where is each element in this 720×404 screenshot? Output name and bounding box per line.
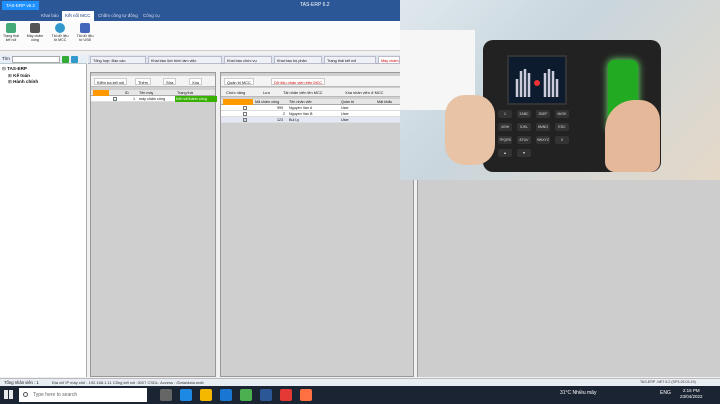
device-key: M/OK xyxy=(555,110,569,118)
device-key: 9WXYZ xyxy=(536,136,550,144)
menu-tab-cong-cu[interactable]: Công cụ xyxy=(140,11,163,21)
row-checkbox[interactable] xyxy=(243,112,247,116)
app-badge[interactable]: TAS-ERP v6.2 xyxy=(2,1,39,10)
device-key: 0 xyxy=(555,136,569,144)
row-checkbox[interactable] xyxy=(243,118,247,122)
language[interactable]: ENG xyxy=(660,390,671,396)
download-mcc-button[interactable]: Tải dữ liệu từ MCC xyxy=(51,23,69,42)
employee-toolbar: Chức năng Lưu Tải nhân viên lên MCC Xóa … xyxy=(221,88,413,97)
search-icon[interactable] xyxy=(62,56,69,63)
refresh-icon[interactable] xyxy=(71,56,78,63)
app-icon[interactable] xyxy=(220,389,232,401)
tab-may-cham-cong[interactable]: Máy chấm... xyxy=(378,56,400,64)
device-screen xyxy=(507,55,567,105)
device-key: ▲ xyxy=(498,149,512,157)
search-input[interactable] xyxy=(12,56,60,63)
left-search-bar: Tìm xyxy=(0,55,87,64)
add-button[interactable]: Thêm xyxy=(135,78,151,85)
document-tabs: Tổng hợp: Báo cáo Khai báo lịch trình là… xyxy=(88,55,400,64)
tree-item-hanh-chinh[interactable]: ⊞ Hành chính xyxy=(2,79,38,86)
device-key: 8TUV xyxy=(517,136,531,144)
attendance-machine-button[interactable]: Máy chấm công xyxy=(26,23,44,42)
menu-tab-ket-noi-mcc[interactable]: Kết nối MCC xyxy=(62,11,94,21)
device-key: 2ABC xyxy=(517,110,531,118)
weather[interactable]: 31°C Nhiều mây xyxy=(560,390,596,396)
edit-button[interactable]: Sửa xyxy=(163,78,177,85)
tab-bo-phan[interactable]: Khai báo bộ phận xyxy=(274,56,322,64)
left-panel xyxy=(0,55,87,377)
row-checkbox[interactable] xyxy=(243,106,247,110)
mcc-toolbar: Quản trị MCC Dữ liệu nhân viên trên MCC xyxy=(221,76,413,87)
row-checkbox[interactable] xyxy=(113,97,117,101)
device-key: 5JKL xyxy=(517,123,531,131)
mcc-employee-data-button[interactable]: Dữ liệu nhân viên trên MCC xyxy=(271,78,326,85)
tab-trang-thai[interactable]: Trạng thái kết nối xyxy=(324,56,376,64)
menu-tab-cham-cong[interactable]: Chấm công tự động xyxy=(95,11,141,21)
edge-icon[interactable] xyxy=(180,389,192,401)
device-key: ▼ xyxy=(517,149,531,157)
status-bar: Tổng nhân viên : 1 Địa chỉ IP máy chủ : … xyxy=(0,378,720,386)
app2-icon[interactable] xyxy=(280,389,292,401)
empty-panel xyxy=(417,180,720,377)
delete-button[interactable]: Xóa xyxy=(189,78,202,85)
tas-erp-taskbar-icon[interactable] xyxy=(260,389,272,401)
device-key: 3DEF xyxy=(536,110,550,118)
delete-employees-button[interactable]: Xóa nhân viên ở MCC xyxy=(343,89,385,96)
tree-view: ⊟ TAS-ERP ⊞ Kế toán ⊞ Hành chính xyxy=(2,66,38,86)
device-key: 6MNO xyxy=(536,123,550,131)
download-usb-button[interactable]: Tải dữ liệu từ USB xyxy=(76,23,94,42)
server-info: Địa chỉ IP máy chủ : 192.168.1.11 Cổng k… xyxy=(52,380,204,385)
tab-chuc-vu[interactable]: Khai báo chức vụ xyxy=(224,56,272,64)
table-row[interactable]: 123 Bui Ly User xyxy=(221,117,413,123)
app3-icon[interactable] xyxy=(300,389,312,401)
machine-grid: ID Tên máy Trạng thái 1 máy chấm công Kế… xyxy=(91,90,217,102)
save-button[interactable]: Lưu xyxy=(261,89,272,96)
employee-grid: Mã chấm công Tên nhân viên Quản trị Mật … xyxy=(221,99,413,123)
version-info: TAS-ERP .NET 6.2 (SP3-25.03.19) xyxy=(640,380,696,384)
connection-status-button[interactable]: Trạng thái kết nối xyxy=(2,23,20,42)
finger-photo xyxy=(605,100,660,172)
search-label: Tìm xyxy=(2,56,10,61)
usb-icon xyxy=(80,23,90,33)
mcc-admin-button[interactable]: Quản trị MCC xyxy=(224,78,254,85)
machine-toolbar: Kiểm tra kết nối Thêm Sửa Xóa xyxy=(91,76,215,87)
clock[interactable]: 2:15 PM 23/04/2022 xyxy=(680,388,703,400)
tab-tong-hop[interactable]: Tổng hợp: Báo cáo xyxy=(90,56,146,64)
check-connection-button[interactable]: Kiểm tra kết nối xyxy=(94,78,128,85)
cloud-icon xyxy=(55,23,65,33)
upload-employees-button[interactable]: Tải nhân viên lên MCC xyxy=(281,89,325,96)
device-key: 7PQRS xyxy=(498,136,512,144)
device-key: ESC xyxy=(555,123,569,131)
device-key: 1 xyxy=(498,110,512,118)
machine-list-panel: Kiểm tra kết nối Thêm Sửa Xóa ID Tên máy… xyxy=(90,72,217,377)
app-title: TAS-ERP 6.2 xyxy=(300,2,330,8)
functions-menu[interactable]: Chức năng xyxy=(224,89,247,96)
status-badge: Kết nối thành công xyxy=(175,96,217,102)
menu-tab-khai-bao[interactable]: Khai báo xyxy=(38,11,62,21)
chrome-icon[interactable] xyxy=(240,389,252,401)
device-keypad: 1 2ABC 3DEF M/OK 4GHI 5JKL 6MNO ESC 7PQRS 8TUV 9WX… xyxy=(498,110,578,165)
device-key: 4GHI xyxy=(498,123,512,131)
table-row[interactable]: 1 máy chấm công Kết nối thành công xyxy=(91,96,217,102)
hand-photo xyxy=(445,95,495,165)
taskbar-search-input[interactable]: Type here to search xyxy=(19,388,147,402)
windows-start-icon[interactable] xyxy=(4,390,13,399)
status-icon xyxy=(6,23,16,33)
machine-icon xyxy=(30,23,40,33)
employee-panel: Quản trị MCC Dữ liệu nhân viên trên MCC … xyxy=(220,72,414,377)
explorer-icon[interactable] xyxy=(200,389,212,401)
task-view-icon[interactable] xyxy=(160,389,172,401)
employee-count: Tổng nhân viên : 1 xyxy=(4,380,39,385)
tab-lich-trinh[interactable]: Khai báo lịch trình làm việc xyxy=(148,56,222,64)
hands-icon xyxy=(515,69,559,97)
search-icon xyxy=(23,392,28,397)
